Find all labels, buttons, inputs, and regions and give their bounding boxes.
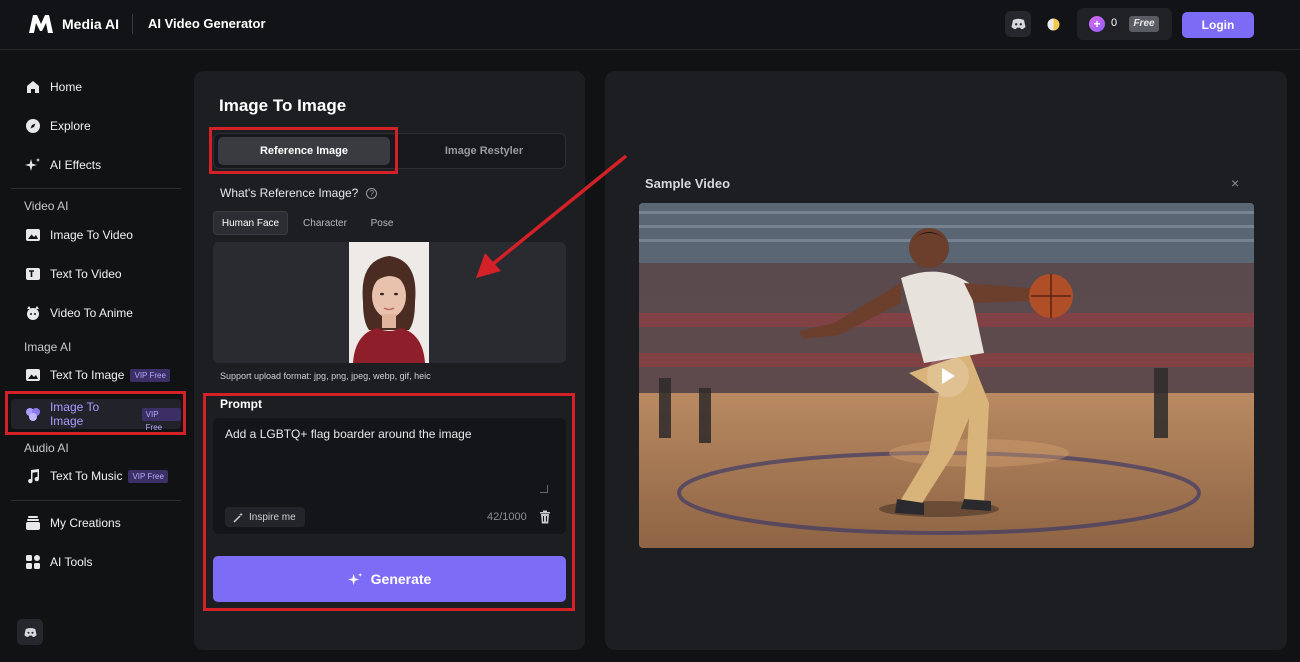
generate-label: Generate — [370, 571, 432, 587]
page-title[interactable]: AI Video Generator — [148, 16, 266, 31]
anime-icon — [24, 304, 42, 322]
creations-icon — [24, 514, 42, 532]
vip-free-badge: VIP Free — [141, 407, 181, 432]
sidebar-item-image-to-video[interactable]: Image To Video — [24, 223, 133, 247]
discord-icon — [1011, 18, 1025, 30]
magic-wand-icon — [233, 512, 243, 523]
sidebar-item-explore[interactable]: Explore — [24, 114, 91, 138]
character-counter: 42/1000 — [487, 511, 527, 523]
theme-toggle-icon — [1047, 18, 1059, 30]
sidebar-item-label: Image To Image — [49, 400, 100, 428]
sidebar-divider — [11, 188, 181, 189]
vip-free-badge: VIP Free — [130, 368, 170, 382]
sidebar-item-ai-tools[interactable]: AI Tools — [24, 550, 92, 574]
prompt-text[interactable]: Add a LGBTQ+ flag boarder around the ima… — [225, 427, 472, 441]
sidebar-item-label: Image To Video — [50, 228, 133, 242]
subtab-human-face[interactable]: Human Face — [213, 211, 288, 235]
sidebar-item-home[interactable]: Home — [24, 75, 82, 99]
sidebar-item-label: Text To Music — [50, 469, 123, 483]
media-ai-logo[interactable] — [28, 14, 54, 34]
sidebar-divider — [11, 500, 181, 501]
inspire-me-button[interactable]: Inspire me — [225, 507, 305, 527]
play-icon — [942, 368, 955, 384]
tools-grid-icon — [24, 553, 42, 571]
sidebar: Home Explore AI Effects Video AI Image T… — [0, 51, 192, 662]
panel-title: Image To Image — [219, 96, 347, 115]
discord-community-button[interactable] — [17, 619, 43, 645]
header-divider — [132, 14, 133, 34]
sample-video-player[interactable] — [639, 203, 1254, 548]
sidebar-item-label: AI Tools — [50, 555, 93, 569]
question-mark-icon[interactable]: ? — [366, 187, 378, 199]
prompt-label: Prompt — [220, 397, 262, 411]
vip-free-badge: VIP Free — [128, 469, 168, 483]
sidebar-item-ai-effects[interactable]: AI Effects — [24, 153, 101, 177]
section-video-ai: Video AI — [24, 199, 69, 213]
sidebar-item-label: Explore — [50, 119, 91, 133]
reference-help-row: What's Reference Image? ? — [220, 186, 378, 200]
image-icon — [24, 226, 42, 244]
music-note-icon — [24, 467, 42, 485]
sidebar-item-video-to-anime[interactable]: Video To Anime — [24, 301, 133, 325]
text-video-icon — [24, 265, 42, 283]
login-button[interactable]: Login — [1182, 12, 1254, 38]
sidebar-item-label: Video To Anime — [50, 306, 133, 320]
sidebar-item-image-to-image[interactable]: Image To Image VIP Free — [11, 399, 181, 432]
sidebar-item-text-to-video[interactable]: Text To Video — [24, 262, 122, 286]
credits-gem-icon: + — [1089, 16, 1105, 32]
sidebar-item-label: My Creations — [50, 516, 121, 530]
reference-portrait-image — [349, 242, 429, 363]
generate-button[interactable]: Generate — [213, 556, 566, 602]
annotation-arrow — [476, 154, 628, 278]
credits-display[interactable]: + 0 Free — [1077, 8, 1172, 40]
image-to-image-icon — [24, 405, 42, 423]
sample-video-title: Sample Video — [645, 176, 731, 191]
home-icon — [24, 78, 42, 96]
reference-question: What's Reference Image? — [220, 186, 359, 200]
sidebar-item-my-creations[interactable]: My Creations — [24, 511, 121, 535]
section-image-ai: Image AI — [24, 340, 72, 354]
tab-reference-image[interactable]: Reference Image — [218, 137, 390, 165]
preview-panel: Sample Video × — [605, 71, 1287, 650]
top-bar: Media AI AI Video Generator + 0 Free Log… — [0, 0, 1300, 50]
sidebar-item-label: AI Effects — [50, 158, 102, 172]
discord-button[interactable] — [1005, 11, 1031, 37]
discord-icon — [23, 627, 37, 637]
section-audio-ai: Audio AI — [24, 441, 69, 455]
sidebar-item-text-to-image[interactable]: Text To Image VIP Free — [24, 363, 170, 387]
sidebar-item-label: Text To Video — [50, 267, 122, 281]
free-badge: Free — [1129, 16, 1159, 32]
upload-format-note: Support upload format: jpg, png, jpeg, w… — [220, 371, 431, 381]
credits-count: 0 — [1111, 17, 1118, 29]
sparkle-icon — [347, 572, 362, 585]
sidebar-item-label: Home — [50, 80, 83, 94]
subtab-character[interactable]: Character — [296, 211, 354, 235]
inspire-me-label: Inspire me — [249, 511, 296, 523]
text-image-icon — [24, 366, 42, 384]
brand-name[interactable]: Media AI — [62, 16, 119, 32]
sidebar-item-label: Text To Image — [50, 368, 125, 382]
resize-handle-icon[interactable] — [540, 485, 548, 493]
compass-icon — [24, 117, 42, 135]
prompt-input[interactable]: Add a LGBTQ+ flag boarder around the ima… — [213, 418, 566, 534]
subtab-pose[interactable]: Pose — [362, 211, 402, 235]
trash-icon[interactable] — [539, 510, 551, 524]
sidebar-item-text-to-music[interactable]: Text To Music VIP Free — [24, 464, 168, 488]
close-icon[interactable]: × — [1231, 175, 1239, 191]
play-button[interactable] — [927, 355, 969, 397]
theme-toggle-button[interactable] — [1042, 11, 1064, 37]
sparkle-icon — [24, 156, 42, 174]
